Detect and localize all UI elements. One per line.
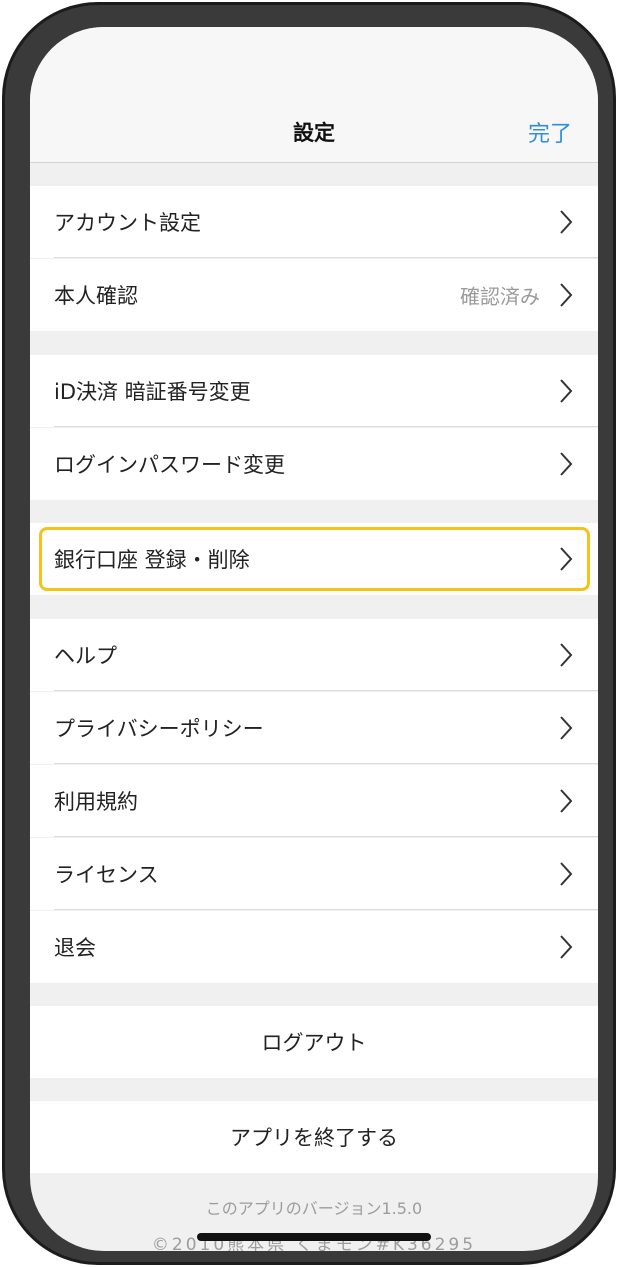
chevron-right-icon bbox=[560, 283, 573, 307]
row-label: 本人確認 bbox=[54, 284, 138, 308]
identity-verification-row[interactable]: 本人確認 確認済み bbox=[30, 259, 598, 331]
verification-status: 確認済み bbox=[460, 284, 540, 309]
row-label: 退会 bbox=[54, 936, 96, 960]
row-label: プライバシーポリシー bbox=[54, 717, 264, 741]
row-label: 銀行口座 登録・削除 bbox=[54, 548, 250, 572]
logout-label: ログアウト bbox=[261, 1031, 367, 1055]
settings-screen: 設定 完了 アカウント設定 本人確認 確認済み iD決済 暗証番号変更 ログイン… bbox=[30, 27, 598, 1251]
account-settings-row[interactable]: アカウント設定 bbox=[30, 186, 598, 258]
chevron-right-icon bbox=[560, 716, 573, 740]
id-pin-change-row[interactable]: iD決済 暗証番号変更 bbox=[30, 355, 598, 427]
bank-account-row[interactable]: 銀行口座 登録・削除 bbox=[30, 523, 598, 595]
terms-of-use-row[interactable]: 利用規約 bbox=[30, 765, 598, 837]
quit-label: アプリを終了する bbox=[230, 1126, 398, 1150]
license-row[interactable]: ライセンス bbox=[30, 838, 598, 910]
quit-app-button[interactable]: アプリを終了する bbox=[30, 1101, 598, 1173]
login-password-change-row[interactable]: ログインパスワード変更 bbox=[30, 428, 598, 500]
navigation-bar: 設定 完了 bbox=[30, 27, 598, 163]
page-title: 設定 bbox=[293, 121, 335, 145]
row-label: ログインパスワード変更 bbox=[54, 453, 285, 477]
privacy-policy-row[interactable]: プライバシーポリシー bbox=[30, 692, 598, 764]
row-label: ヘルプ bbox=[54, 644, 117, 668]
row-label: iD決済 暗証番号変更 bbox=[54, 380, 251, 404]
chevron-right-icon bbox=[560, 210, 573, 234]
row-label: アカウント設定 bbox=[54, 211, 201, 235]
chevron-right-icon bbox=[560, 379, 573, 403]
chevron-right-icon bbox=[560, 935, 573, 959]
chevron-right-icon bbox=[560, 547, 573, 571]
chevron-right-icon bbox=[560, 643, 573, 667]
app-version: このアプリのバージョン1.5.0 bbox=[205, 1199, 423, 1218]
withdraw-row[interactable]: 退会 bbox=[30, 911, 598, 983]
row-label: 利用規約 bbox=[54, 790, 138, 814]
help-row[interactable]: ヘルプ bbox=[30, 619, 598, 691]
chevron-right-icon bbox=[560, 789, 573, 813]
chevron-right-icon bbox=[560, 452, 573, 476]
phone-frame: 設定 完了 アカウント設定 本人確認 確認済み iD決済 暗証番号変更 ログイン… bbox=[2, 2, 616, 1265]
row-label: ライセンス bbox=[54, 863, 159, 887]
done-button[interactable]: 完了 bbox=[528, 116, 572, 148]
logout-button[interactable]: ログアウト bbox=[30, 1006, 598, 1078]
chevron-right-icon bbox=[560, 862, 573, 886]
home-indicator[interactable] bbox=[197, 1233, 431, 1241]
